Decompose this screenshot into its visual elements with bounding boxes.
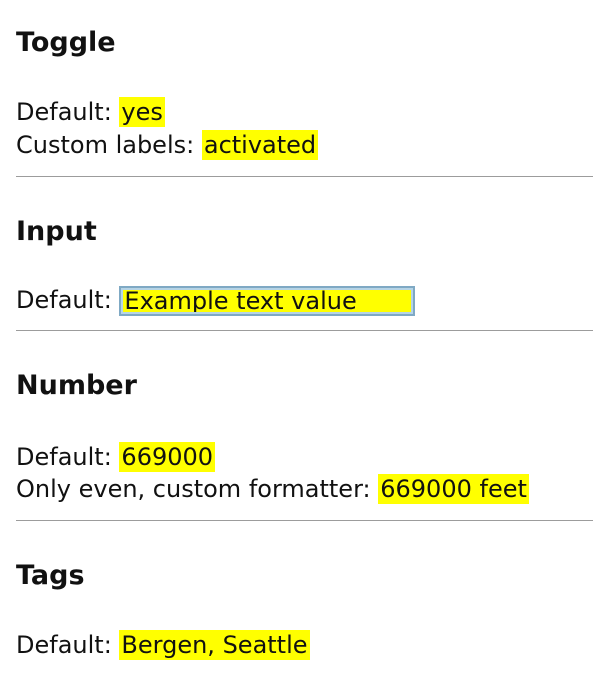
number-even-value[interactable]: 669000 feet bbox=[378, 474, 529, 504]
toggle-heading: Toggle bbox=[16, 27, 116, 58]
toggle-custom-label: Custom labels: bbox=[16, 131, 195, 159]
number-default-value[interactable]: 669000 bbox=[119, 442, 216, 472]
input-default-label: Default: bbox=[16, 286, 112, 314]
number-default-label: Default: bbox=[16, 443, 112, 471]
number-heading: Number bbox=[16, 370, 137, 401]
toggle-default-label: Default: bbox=[16, 98, 112, 126]
input-heading: Input bbox=[16, 216, 97, 247]
toggle-default-row: Default: yes bbox=[16, 96, 165, 128]
toggle-default-value[interactable]: yes bbox=[119, 97, 165, 127]
divider bbox=[16, 176, 593, 177]
tags-default-value[interactable]: Bergen, Seattle bbox=[119, 630, 310, 660]
tags-default-label: Default: bbox=[16, 631, 112, 659]
example-text-input[interactable] bbox=[119, 286, 416, 316]
tags-default-row: Default: Bergen, Seattle bbox=[16, 629, 310, 661]
divider bbox=[16, 520, 593, 521]
tags-heading: Tags bbox=[16, 560, 85, 591]
number-even-label: Only even, custom formatter: bbox=[16, 475, 371, 503]
input-default-row: Default: bbox=[16, 284, 416, 316]
toggle-custom-value[interactable]: activated bbox=[201, 130, 319, 160]
divider bbox=[16, 330, 593, 331]
number-even-row: Only even, custom formatter: 669000 feet bbox=[16, 473, 529, 505]
page: Toggle Default: yes Custom labels: activ… bbox=[0, 0, 593, 700]
toggle-custom-row: Custom labels: activated bbox=[16, 129, 319, 161]
number-default-row: Default: 669000 bbox=[16, 441, 216, 473]
